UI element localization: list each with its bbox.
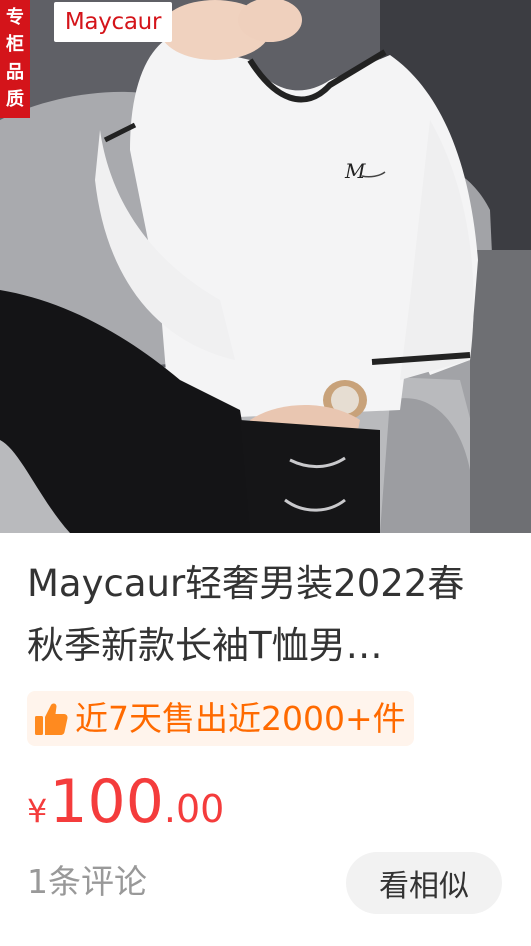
svg-text:M: M [344, 159, 366, 183]
product-title[interactable]: Maycaur轻奢男装2022春秋季新款长袖T恤男… [27, 553, 497, 677]
badge-char: 专 [6, 6, 24, 28]
find-similar-button[interactable]: 看相似 [346, 852, 502, 914]
price-currency: ¥ [27, 792, 48, 830]
review-count[interactable]: 1条评论 [27, 862, 147, 902]
sales-text: 近7天售出近2000+件 [75, 699, 406, 738]
product-card[interactable]: M 专 柜 品 质 Maycaur Maycaur轻奢男装2022春秋季新款长袖… [0, 0, 531, 946]
price-integer: 100 [49, 767, 164, 837]
brand-logo: Maycaur [54, 2, 172, 42]
price: ¥ 100 .00 [27, 772, 224, 832]
price-decimal: .00 [163, 787, 225, 831]
thumbs-up-icon [35, 702, 68, 735]
badge-char: 质 [6, 89, 24, 111]
badge-char: 柜 [6, 34, 24, 56]
sales-tag: 近7天售出近2000+件 [27, 691, 414, 746]
product-photo: M [0, 0, 531, 533]
badge-char: 品 [6, 61, 24, 83]
authentic-badge: 专 柜 品 质 [0, 0, 30, 118]
product-image[interactable]: M 专 柜 品 质 Maycaur [0, 0, 531, 533]
